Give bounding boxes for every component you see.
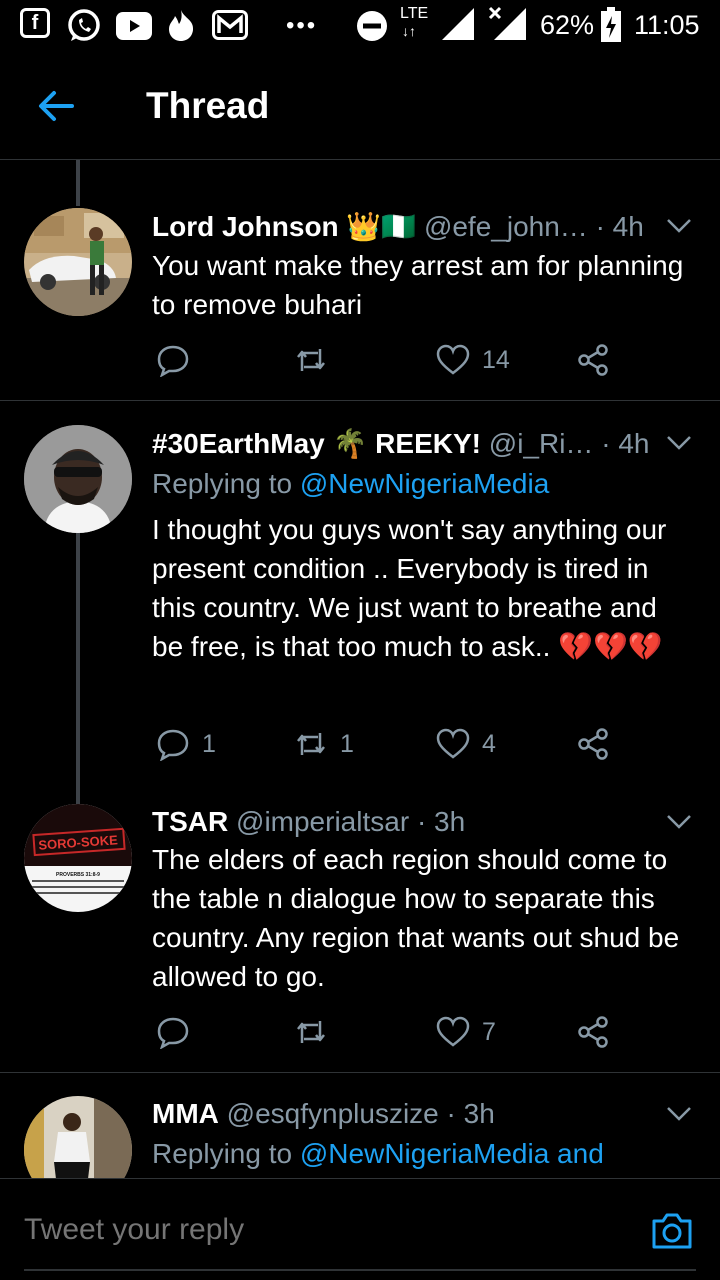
- replying-to-link[interactable]: @NewNigeriaMedia: [300, 468, 549, 499]
- like-button[interactable]: 7: [436, 1012, 496, 1052]
- tweet-time: · 3h: [416, 806, 466, 837]
- thread-connector: [76, 533, 80, 807]
- chevron-down-icon[interactable]: [666, 814, 692, 830]
- clock: 11:05: [634, 10, 700, 40]
- no-signal-icon: [488, 6, 528, 47]
- reply-button[interactable]: [156, 1012, 202, 1052]
- thread-connector: [76, 160, 80, 206]
- tweet-header: Lord Johnson 👑🇳🇬 @efe_john… · 4h: [152, 210, 672, 243]
- avatar[interactable]: [24, 208, 132, 316]
- tweet-header: MMA @esqfynpluszize · 3h: [152, 1098, 672, 1130]
- tweet-item[interactable]: MMA @esqfynpluszize · 3h Replying to @Ne…: [0, 1074, 720, 1178]
- signal-icon: [440, 6, 476, 47]
- replying-to: Replying to @NewNigeriaMedia: [152, 468, 549, 500]
- retweet-icon: [297, 733, 325, 755]
- author-handle[interactable]: @efe_john…: [424, 211, 588, 242]
- share-icon: [578, 728, 608, 760]
- heart-icon: [436, 1016, 470, 1047]
- tweet-header: #30EarthMay 🌴 REEKY! @i_Ri… · 4h: [152, 427, 672, 460]
- reply-input[interactable]: [24, 1213, 584, 1247]
- like-count: 7: [482, 1017, 496, 1046]
- avatar[interactable]: SORO-SOKE PROVERBS 31:8-9: [24, 804, 132, 912]
- top-app-bar: Thread: [0, 50, 720, 160]
- reply-icon: [157, 1017, 189, 1049]
- retweet-button[interactable]: 1: [294, 724, 354, 764]
- replying-to-link[interactable]: @NewNigeriaMedia and: [300, 1138, 604, 1169]
- author-name[interactable]: TSAR: [152, 806, 228, 837]
- retweet-count: 1: [340, 729, 354, 758]
- author-name[interactable]: MMA: [152, 1098, 219, 1129]
- author-handle[interactable]: @imperialtsar: [236, 806, 409, 837]
- chevron-down-icon[interactable]: [666, 435, 692, 451]
- network-type: LTE: [400, 5, 429, 22]
- retweet-icon: [297, 349, 325, 371]
- like-button[interactable]: 14: [436, 340, 510, 380]
- replying-to: Replying to @NewNigeriaMedia and: [152, 1138, 604, 1170]
- author-handle[interactable]: @esqfynpluszize: [227, 1098, 439, 1129]
- tweet-text: The elders of each region should come to…: [152, 844, 680, 992]
- tweet-time: · 4h: [601, 428, 650, 459]
- like-button[interactable]: 4: [436, 724, 496, 764]
- dnd-icon: [356, 10, 388, 47]
- page-title: Thread: [146, 85, 270, 126]
- tweet-time: · 4h: [595, 211, 644, 242]
- share-button[interactable]: [576, 724, 610, 764]
- retweet-icon: [297, 1021, 325, 1043]
- flipboard-icon: f: [20, 8, 50, 38]
- replying-to-label: Replying to: [152, 1138, 293, 1169]
- author-name[interactable]: #30EarthMay 🌴 REEKY!: [152, 428, 481, 459]
- tweet-actions: 14: [152, 340, 632, 380]
- gmail-icon: [212, 10, 248, 45]
- tweet-time: · 3h: [446, 1098, 495, 1129]
- status-bar: f ••• LTE ↓↑ 62% 11:05: [0, 0, 720, 50]
- reply-icon: [157, 345, 189, 377]
- tinder-icon: [166, 8, 196, 47]
- thread-feed[interactable]: Lord Johnson 👑🇳🇬 @efe_john… · 4h You wan…: [0, 160, 720, 1178]
- tweet-actions: 1 1 4: [152, 724, 632, 764]
- share-icon: [578, 1016, 608, 1048]
- input-underline: [24, 1269, 696, 1271]
- tweet-text: You want make they arrest am for plannin…: [152, 250, 684, 320]
- share-icon: [578, 344, 608, 376]
- reply-button[interactable]: [156, 340, 202, 380]
- avatar[interactable]: [24, 425, 132, 533]
- camera-icon[interactable]: [650, 1211, 694, 1251]
- retweet-button[interactable]: [294, 340, 340, 380]
- heart-icon: [436, 344, 470, 375]
- retweet-button[interactable]: [294, 1012, 340, 1052]
- more-icon: •••: [286, 12, 318, 39]
- replying-to-label: Replying to: [152, 468, 293, 499]
- tweet-text: I thought you guys won't say anything ou…: [152, 514, 667, 662]
- whatsapp-icon: [66, 8, 102, 49]
- like-count: 4: [482, 729, 496, 758]
- tweet-item[interactable]: Lord Johnson 👑🇳🇬 @efe_john… · 4h You wan…: [0, 160, 720, 401]
- tweet-header: TSAR @imperialtsar · 3h: [152, 806, 672, 838]
- share-button[interactable]: [576, 340, 610, 380]
- tweet-item[interactable]: #30EarthMay 🌴 REEKY! @i_Ri… · 4h Replyin…: [0, 402, 720, 807]
- chevron-down-icon[interactable]: [666, 1106, 692, 1122]
- share-button[interactable]: [576, 1012, 610, 1052]
- battery-charging-icon: [600, 7, 622, 48]
- avatar[interactable]: [24, 1096, 132, 1178]
- data-arrows-icon: ↓↑: [402, 23, 416, 39]
- author-handle[interactable]: @i_Ri…: [489, 428, 594, 459]
- like-count: 14: [482, 345, 510, 374]
- tweet-actions: 7: [152, 1012, 632, 1052]
- reply-button[interactable]: 1: [156, 724, 216, 764]
- battery-percent: 62%: [540, 10, 595, 40]
- avatar-subtext: PROVERBS 31:8-9: [56, 872, 100, 878]
- reply-count: 1: [202, 729, 216, 758]
- chevron-down-icon[interactable]: [666, 218, 692, 234]
- reply-composer: [0, 1178, 720, 1280]
- author-name[interactable]: Lord Johnson 👑🇳🇬: [152, 211, 416, 242]
- back-arrow-icon[interactable]: [34, 84, 78, 128]
- heart-icon: [436, 728, 470, 759]
- youtube-icon: [116, 12, 152, 45]
- reply-icon: [157, 729, 189, 761]
- tweet-item[interactable]: SORO-SOKE PROVERBS 31:8-9 TSAR @imperial…: [0, 802, 720, 1073]
